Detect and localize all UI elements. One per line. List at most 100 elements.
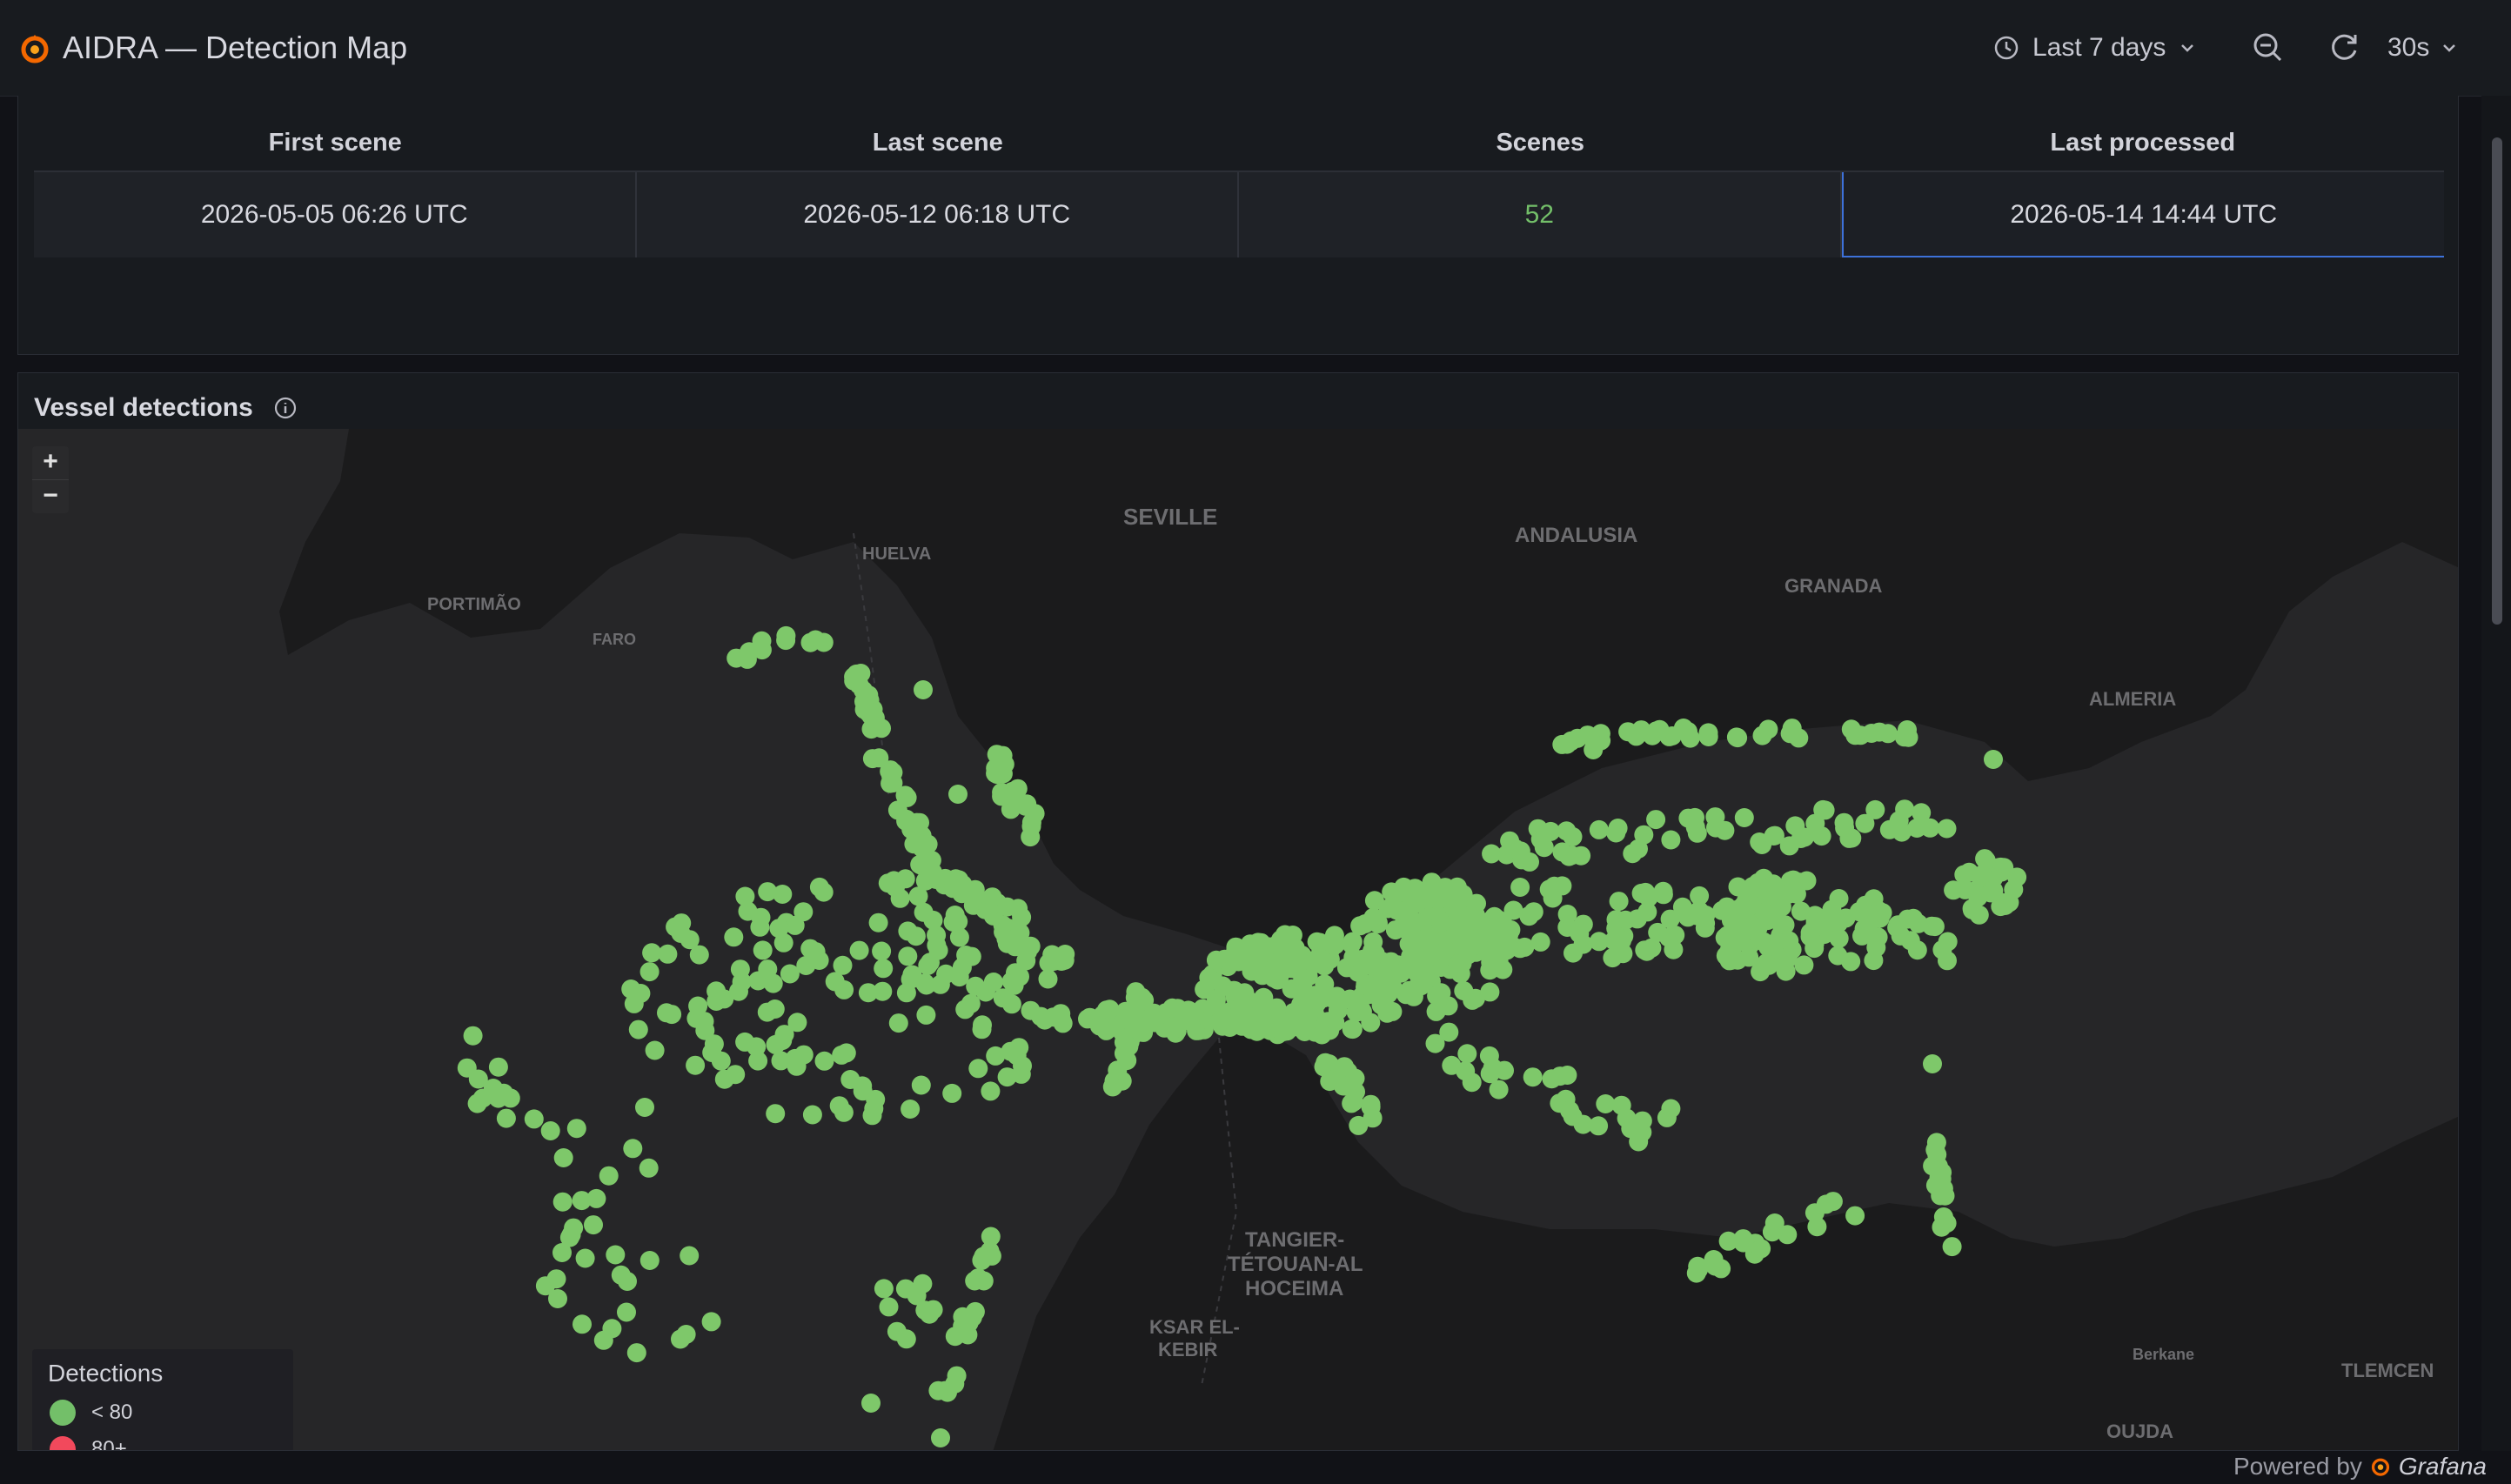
detection-marker[interactable] (1744, 922, 1764, 941)
detection-marker[interactable] (572, 1191, 592, 1211)
info-icon[interactable] (272, 395, 298, 421)
detection-marker[interactable] (1295, 1018, 1314, 1038)
detection-marker[interactable] (997, 897, 1017, 917)
detection-marker[interactable] (763, 973, 783, 993)
detection-marker[interactable] (1931, 1186, 1951, 1206)
zoom-out-icon[interactable] (2250, 30, 2285, 64)
detection-marker[interactable] (1659, 927, 1678, 947)
detection-marker[interactable] (1463, 990, 1483, 1010)
detection-marker[interactable] (1415, 931, 1435, 951)
detection-marker[interactable] (1436, 940, 1456, 960)
detection-marker[interactable] (981, 1227, 1001, 1247)
detection-marker[interactable] (1310, 933, 1329, 953)
detection-marker[interactable] (1561, 732, 1581, 752)
detection-marker[interactable] (1631, 883, 1651, 903)
detection-marker[interactable] (1726, 727, 1746, 747)
detection-marker[interactable] (1716, 946, 1736, 966)
detection-marker[interactable] (814, 1051, 834, 1071)
detection-marker[interactable] (758, 882, 778, 902)
detection-marker[interactable] (564, 1218, 584, 1238)
detection-marker[interactable] (1629, 839, 1648, 859)
detection-marker[interactable] (671, 1329, 690, 1349)
detection-marker[interactable] (1609, 892, 1629, 912)
detection-marker[interactable] (1618, 722, 1638, 742)
detection-marker[interactable] (968, 1059, 988, 1079)
detection-marker[interactable] (1577, 725, 1597, 745)
detection-marker[interactable] (1892, 822, 1912, 842)
detection-marker[interactable] (1646, 810, 1666, 830)
detection-marker[interactable] (575, 1248, 595, 1268)
detection-marker[interactable] (1855, 813, 1875, 833)
detection-marker[interactable] (947, 1366, 967, 1386)
detection-marker[interactable] (714, 989, 734, 1009)
detection-marker[interactable] (524, 1109, 544, 1129)
detection-marker[interactable] (1241, 1019, 1261, 1039)
detection-marker[interactable] (1437, 888, 1457, 908)
detection-marker[interactable] (904, 834, 924, 854)
detection-marker[interactable] (639, 1158, 659, 1178)
detection-marker[interactable] (1381, 975, 1401, 995)
detection-marker[interactable] (961, 946, 981, 966)
detection-marker[interactable] (802, 1105, 822, 1125)
detection-marker[interactable] (1570, 924, 1590, 944)
detection-marker[interactable] (907, 812, 927, 832)
detection-marker[interactable] (1769, 884, 1789, 904)
detection-marker[interactable] (927, 935, 947, 955)
detection-marker[interactable] (727, 648, 747, 668)
detection-marker[interactable] (948, 912, 968, 932)
detection-marker[interactable] (806, 942, 826, 962)
detection-marker[interactable] (844, 667, 864, 687)
detection-marker[interactable] (688, 996, 708, 1016)
detection-marker[interactable] (553, 1148, 573, 1167)
detection-marker[interactable] (948, 785, 968, 804)
detection-marker[interactable] (1282, 953, 1302, 973)
detection-marker[interactable] (1312, 1025, 1332, 1045)
detection-marker[interactable] (901, 1100, 921, 1119)
detection-marker[interactable] (689, 945, 709, 965)
detection-marker[interactable] (1845, 1206, 1865, 1226)
detection-marker[interactable] (1612, 931, 1631, 951)
page-scrollbar[interactable] (2481, 96, 2511, 1451)
detection-marker[interactable] (1480, 960, 1500, 980)
detection-marker[interactable] (1755, 903, 1775, 923)
detection-marker[interactable] (1778, 1225, 1798, 1245)
detection-marker[interactable] (1661, 830, 1681, 850)
detection-marker[interactable] (914, 902, 934, 922)
detection-marker[interactable] (1463, 937, 1483, 957)
map-canvas[interactable]: SEVILLE ANDALUSIA GRANADA ALMERIA PORTIMÃO FA… (18, 429, 2458, 1450)
detection-marker[interactable] (1398, 956, 1418, 976)
detection-marker[interactable] (735, 886, 755, 906)
detection-marker[interactable] (1635, 940, 1655, 960)
detection-marker[interactable] (1089, 1016, 1109, 1036)
powered-by[interactable]: Powered by Grafana (2233, 1453, 2487, 1481)
detection-marker[interactable] (1103, 1077, 1123, 1097)
detection-marker[interactable] (1984, 880, 2004, 900)
detection-marker[interactable] (1771, 914, 1791, 934)
detection-marker[interactable] (1972, 865, 1992, 885)
detection-marker[interactable] (1596, 1094, 1616, 1113)
detection-marker[interactable] (1248, 933, 1268, 953)
detection-marker[interactable] (1481, 940, 1501, 960)
detection-marker[interactable] (1858, 906, 1878, 926)
detection-marker[interactable] (747, 1037, 767, 1057)
detection-marker[interactable] (548, 1289, 567, 1308)
detection-marker[interactable] (766, 1034, 786, 1054)
detection-marker[interactable] (872, 941, 892, 961)
detection-marker[interactable] (750, 917, 770, 937)
detection-marker[interactable] (1552, 842, 1572, 862)
detection-marker[interactable] (997, 1067, 1017, 1087)
column-header-scenes[interactable]: Scenes (1239, 115, 1842, 170)
detection-marker[interactable] (1779, 931, 1799, 951)
detection-marker[interactable] (862, 1106, 882, 1126)
detection-marker[interactable] (1920, 818, 1940, 838)
detection-marker[interactable] (1550, 1066, 1570, 1086)
detection-marker[interactable] (642, 943, 662, 963)
detection-marker[interactable] (714, 1069, 734, 1089)
detection-marker[interactable] (488, 1057, 508, 1077)
detection-marker[interactable] (1878, 724, 1898, 744)
detection-marker[interactable] (1226, 940, 1246, 960)
detection-marker[interactable] (1606, 910, 1626, 930)
detection-marker[interactable] (955, 999, 975, 1019)
detection-marker[interactable] (701, 1312, 721, 1332)
detection-marker[interactable] (906, 926, 926, 946)
